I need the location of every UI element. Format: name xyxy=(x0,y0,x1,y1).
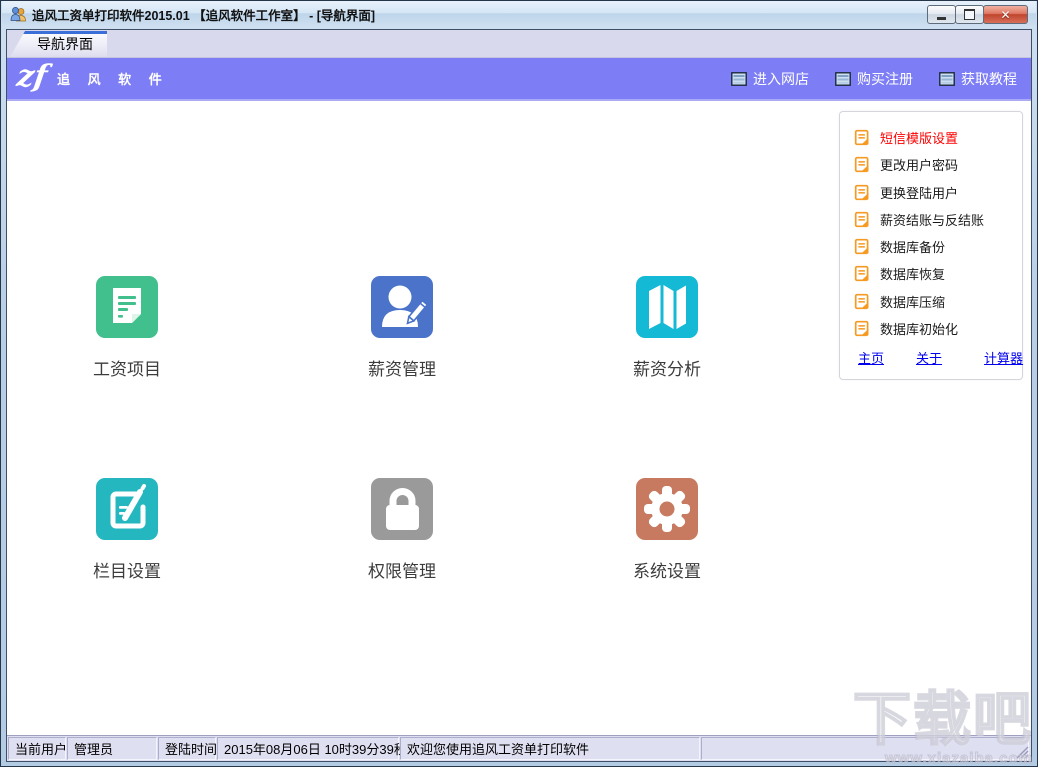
tab-navigation[interactable]: 导航界面 xyxy=(10,31,107,57)
tile-label: 薪资管理 xyxy=(368,355,436,380)
tile-system-settings[interactable]: 系统设置 xyxy=(607,478,727,582)
store-icon xyxy=(731,72,747,86)
header-band: zf 追 风 软 件 进入网店 xyxy=(7,58,1031,101)
client-area: 导航界面 zf 追 风 软 件 进入网店 xyxy=(6,29,1032,762)
menu-item-label: 更换登陆用户 xyxy=(880,183,958,202)
header-links: 进入网店 购买注册 xyxy=(731,69,1017,89)
menu-item-db-initialize[interactable]: 数据库初始化 xyxy=(854,315,1012,342)
menu-item-settle-accounts[interactable]: 薪资结账与反结账 xyxy=(854,206,1012,233)
tutorial-icon xyxy=(939,72,955,86)
menu-item-label: 短信模版设置 xyxy=(880,128,958,147)
register-icon xyxy=(835,72,851,86)
link-enter-store[interactable]: 进入网店 xyxy=(731,69,809,89)
tile-label: 系统设置 xyxy=(633,557,701,582)
minimize-button[interactable] xyxy=(927,5,956,24)
menu-item-db-compress[interactable]: 数据库压缩 xyxy=(854,288,1012,315)
logo-name: 追 风 软 件 xyxy=(57,69,169,88)
maximize-button[interactable] xyxy=(955,5,984,24)
link-home[interactable]: 主页 xyxy=(858,348,884,367)
menu-item-db-restore[interactable]: 数据库恢复 xyxy=(854,260,1012,287)
memo-icon xyxy=(854,184,871,201)
menu-item-label: 数据库恢复 xyxy=(880,264,945,283)
tile-salary-analysis[interactable]: 薪资分析 xyxy=(607,276,727,380)
map-icon xyxy=(636,276,698,338)
memo-icon xyxy=(854,156,871,173)
window-title: 追风工资单打印软件2015.01 【追风软件工作室】 - [导航界面] xyxy=(32,5,375,24)
memo-icon xyxy=(854,293,871,310)
status-login-time: 2015年08月06日 10时39分39秒 xyxy=(217,737,399,760)
menu-item-db-backup[interactable]: 数据库备份 xyxy=(854,233,1012,260)
lock-icon xyxy=(371,478,433,540)
window-controls xyxy=(928,5,1030,24)
memo-icon xyxy=(854,320,871,337)
memo-icon xyxy=(854,129,871,146)
close-button[interactable] xyxy=(983,5,1028,24)
user-edit-icon xyxy=(371,276,433,338)
link-label: 购买注册 xyxy=(857,69,913,89)
tile-label: 权限管理 xyxy=(368,557,436,582)
status-current-user-label: 当前用户: xyxy=(8,737,66,760)
tile-column-settings[interactable]: 栏目设置 xyxy=(67,478,187,582)
link-get-tutorial[interactable]: 获取教程 xyxy=(939,69,1017,89)
tile-permission-management[interactable]: 权限管理 xyxy=(342,478,462,582)
menu-item-switch-user[interactable]: 更换登陆用户 xyxy=(854,179,1012,206)
tile-salary-management[interactable]: 薪资管理 xyxy=(342,276,462,380)
menu-item-label: 数据库压缩 xyxy=(880,292,945,311)
utility-panel: 短信模版设置 更改用户密码 xyxy=(839,111,1023,380)
users-icon xyxy=(10,7,27,22)
tile-label: 工资项目 xyxy=(93,355,161,380)
gear-icon xyxy=(636,478,698,540)
link-about[interactable]: 关于 xyxy=(916,348,942,367)
status-welcome: 欢迎您使用追风工资单打印软件 xyxy=(400,737,700,760)
menu-item-change-password[interactable]: 更改用户密码 xyxy=(854,151,1012,178)
edit-icon xyxy=(96,478,158,540)
link-buy-register[interactable]: 购买注册 xyxy=(835,69,913,89)
main-area: 工资项目 薪资管理 xyxy=(7,101,1031,735)
document-icon xyxy=(96,276,158,338)
link-label: 进入网店 xyxy=(753,69,809,89)
menu-item-sms-template[interactable]: 短信模版设置 xyxy=(854,124,1012,151)
panel-links: 主页 关于 计算器 xyxy=(854,342,1012,371)
memo-icon xyxy=(854,211,871,228)
logo-mark: zf xyxy=(15,62,49,92)
resize-grip-icon[interactable] xyxy=(1016,746,1029,759)
tile-wage-items[interactable]: 工资项目 xyxy=(67,276,187,380)
menu-item-label: 薪资结账与反结账 xyxy=(880,210,984,229)
status-bar: 当前用户: 管理员 登陆时间: 2015年08月06日 10时39分39秒 欢迎… xyxy=(7,735,1031,761)
status-current-user: 管理员 xyxy=(67,737,157,760)
link-calculator[interactable]: 计算器 xyxy=(984,348,1023,367)
status-filler xyxy=(701,737,1029,760)
tab-strip: 导航界面 xyxy=(7,30,1031,58)
tab-label: 导航界面 xyxy=(37,34,93,54)
brand-logo: zf 追 风 软 件 xyxy=(17,66,169,92)
menu-item-label: 数据库初始化 xyxy=(880,319,958,338)
link-label: 获取教程 xyxy=(961,69,1017,89)
memo-icon xyxy=(854,238,871,255)
memo-icon xyxy=(854,265,871,282)
tile-label: 薪资分析 xyxy=(633,355,701,380)
menu-item-label: 更改用户密码 xyxy=(880,155,958,174)
tile-label: 栏目设置 xyxy=(93,557,161,582)
app-window: 追风工资单打印软件2015.01 【追风软件工作室】 - [导航界面] 导航界面… xyxy=(0,0,1038,767)
menu-item-label: 数据库备份 xyxy=(880,237,945,256)
status-login-time-label: 登陆时间: xyxy=(158,737,216,760)
titlebar: 追风工资单打印软件2015.01 【追风软件工作室】 - [导航界面] xyxy=(2,1,1036,28)
